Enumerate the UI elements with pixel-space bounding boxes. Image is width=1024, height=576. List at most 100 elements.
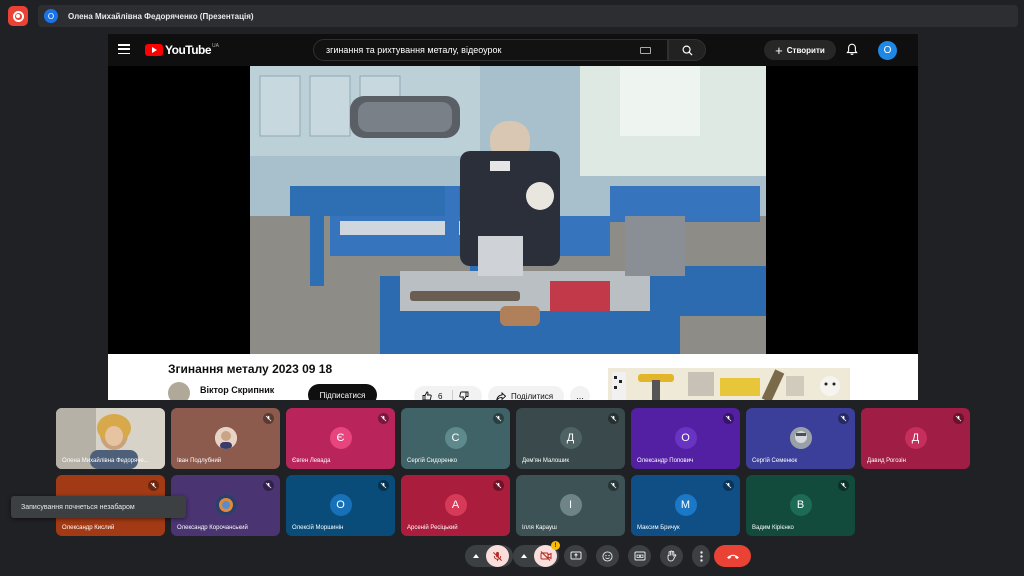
participant-tile[interactable]: І Ілля Карауш xyxy=(516,475,625,536)
present-screen-button[interactable] xyxy=(564,545,587,567)
create-button[interactable]: + Створити xyxy=(764,40,836,60)
account-avatar[interactable]: О xyxy=(878,41,897,60)
share-label: Поділитися xyxy=(511,391,554,401)
mic-off-icon xyxy=(953,413,964,424)
camera-toggle-button[interactable]: ! xyxy=(534,541,560,567)
mic-off-icon xyxy=(263,413,274,424)
search-button[interactable] xyxy=(668,39,706,61)
mic-off-icon xyxy=(493,413,504,424)
workshop-video-image xyxy=(250,66,766,354)
menu-icon[interactable] xyxy=(118,44,130,54)
video-player[interactable] xyxy=(108,66,918,354)
share-icon xyxy=(496,391,506,400)
mic-off-icon xyxy=(493,551,502,561)
more-vert-icon xyxy=(699,550,703,562)
like-divider xyxy=(452,390,454,400)
shared-screen: YouTube UA згинання та рихтування металу… xyxy=(108,34,918,400)
participant-avatar: С xyxy=(444,427,467,449)
participant-name: Олександр Корочанський xyxy=(177,525,248,531)
youtube-logo-text: YouTube xyxy=(165,43,212,57)
raise-hand-button[interactable] xyxy=(660,545,683,567)
participant-tile[interactable]: О Олександр Попович xyxy=(631,408,740,469)
participant-tile[interactable]: А Арсеній Ресіцький xyxy=(401,475,510,536)
participant-avatar: І xyxy=(559,494,582,516)
participant-tile[interactable]: Сергій Семенюк xyxy=(746,408,855,469)
participant-tile[interactable]: Є Євген Левада xyxy=(286,408,395,469)
mic-toggle-button[interactable] xyxy=(486,545,509,567)
record-icon xyxy=(12,10,24,22)
presenter-avatar: О xyxy=(44,9,58,23)
captions-button[interactable] xyxy=(628,545,651,567)
presentation-title: Олена Михайлівна Федоряченко (Презентаці… xyxy=(68,11,254,21)
video-title[interactable]: Згинання металу 2023 09 18 xyxy=(168,362,332,376)
channel-name[interactable]: Віктор Скрипник xyxy=(200,385,274,395)
participant-tile[interactable]: М Максим Бричук xyxy=(631,475,740,536)
plus-icon: + xyxy=(775,42,783,58)
participant-tile[interactable]: Олександр Корочанський xyxy=(171,475,280,536)
participant-name: Євген Левада xyxy=(292,458,331,464)
notifications-bell-icon[interactable] xyxy=(846,43,858,61)
youtube-play-icon xyxy=(145,44,163,56)
participant-avatar: Д xyxy=(559,427,582,449)
participant-name: Олександр Кислий xyxy=(62,525,115,531)
participant-name: Сергій Сидоренко xyxy=(407,458,458,464)
participant-photo xyxy=(214,427,237,449)
mic-off-icon xyxy=(263,480,274,491)
recording-notice-toast: Записування почнеться незабаром xyxy=(11,496,186,518)
youtube-region: UA xyxy=(212,43,219,49)
mic-off-icon xyxy=(608,480,619,491)
camera-off-icon xyxy=(540,551,551,561)
thumbs-up-icon[interactable] xyxy=(422,391,432,400)
captions-icon xyxy=(634,551,645,561)
video-frame[interactable] xyxy=(250,66,766,354)
more-actions-button[interactable]: ... xyxy=(570,386,590,400)
emoji-reactions-button[interactable] xyxy=(596,545,619,567)
mic-off-icon xyxy=(838,480,849,491)
participant-tile[interactable]: О Олексій Моршинін xyxy=(286,475,395,536)
youtube-logo[interactable]: YouTube UA xyxy=(145,43,219,57)
mic-off-icon xyxy=(378,413,389,424)
share-button[interactable]: Поділитися xyxy=(488,386,564,400)
recording-button[interactable] xyxy=(8,6,28,26)
participant-name: Іван Подлубний xyxy=(177,458,222,464)
search-query: згинання та рихтування металу, відеоурок xyxy=(326,45,502,55)
mic-off-icon xyxy=(723,413,734,424)
mic-off-icon xyxy=(838,413,849,424)
search-icon xyxy=(682,45,693,56)
tools-promo-image[interactable] xyxy=(608,368,850,400)
end-call-button[interactable] xyxy=(714,545,751,567)
participant-tile[interactable]: Іван Подлубний xyxy=(171,408,280,469)
search-input[interactable]: згинання та рихтування металу, відеоурок xyxy=(313,39,668,61)
participant-tile[interactable]: Д Давид Рогозін xyxy=(861,408,970,469)
alert-badge: ! xyxy=(551,541,560,550)
create-label: Створити xyxy=(786,45,825,55)
emoji-icon xyxy=(602,550,613,562)
participant-avatar: Д xyxy=(904,427,927,449)
thumbs-down-icon[interactable] xyxy=(459,391,469,400)
participant-name: Арсеній Ресіцький xyxy=(407,525,458,531)
participant-tile[interactable]: С Сергій Сидоренко xyxy=(401,408,510,469)
participant-name: Дем'ян Малошик xyxy=(522,458,569,464)
tools-image xyxy=(608,368,850,400)
more-options-button[interactable] xyxy=(692,545,710,567)
participant-name: Олександр Попович xyxy=(637,458,694,464)
participant-avatar: О xyxy=(674,427,697,449)
subscribe-button[interactable]: Підписатися xyxy=(308,384,377,400)
participant-tile[interactable]: В Вадим Кірієнко xyxy=(746,475,855,536)
participant-tile[interactable]: Д Дем'ян Малошик xyxy=(516,408,625,469)
channel-avatar[interactable] xyxy=(168,382,190,400)
participant-tile[interactable]: Олена Михайлівна Федоряче... xyxy=(56,408,165,469)
participant-name: Олексій Моршинін xyxy=(292,525,344,531)
participant-avatar xyxy=(214,427,237,449)
chevron-up-icon xyxy=(473,554,479,558)
participant-name: Давид Рогозін xyxy=(867,458,906,464)
participant-avatar: О xyxy=(329,494,352,516)
mic-off-icon xyxy=(493,480,504,491)
keyboard-icon[interactable] xyxy=(640,47,651,54)
hang-up-icon xyxy=(726,554,739,559)
participant-avatar: Є xyxy=(329,427,352,449)
participant-name: Максим Бричук xyxy=(637,525,680,531)
raise-hand-icon xyxy=(667,550,677,562)
present-screen-icon xyxy=(570,551,581,560)
participant-avatar: М xyxy=(674,494,697,516)
